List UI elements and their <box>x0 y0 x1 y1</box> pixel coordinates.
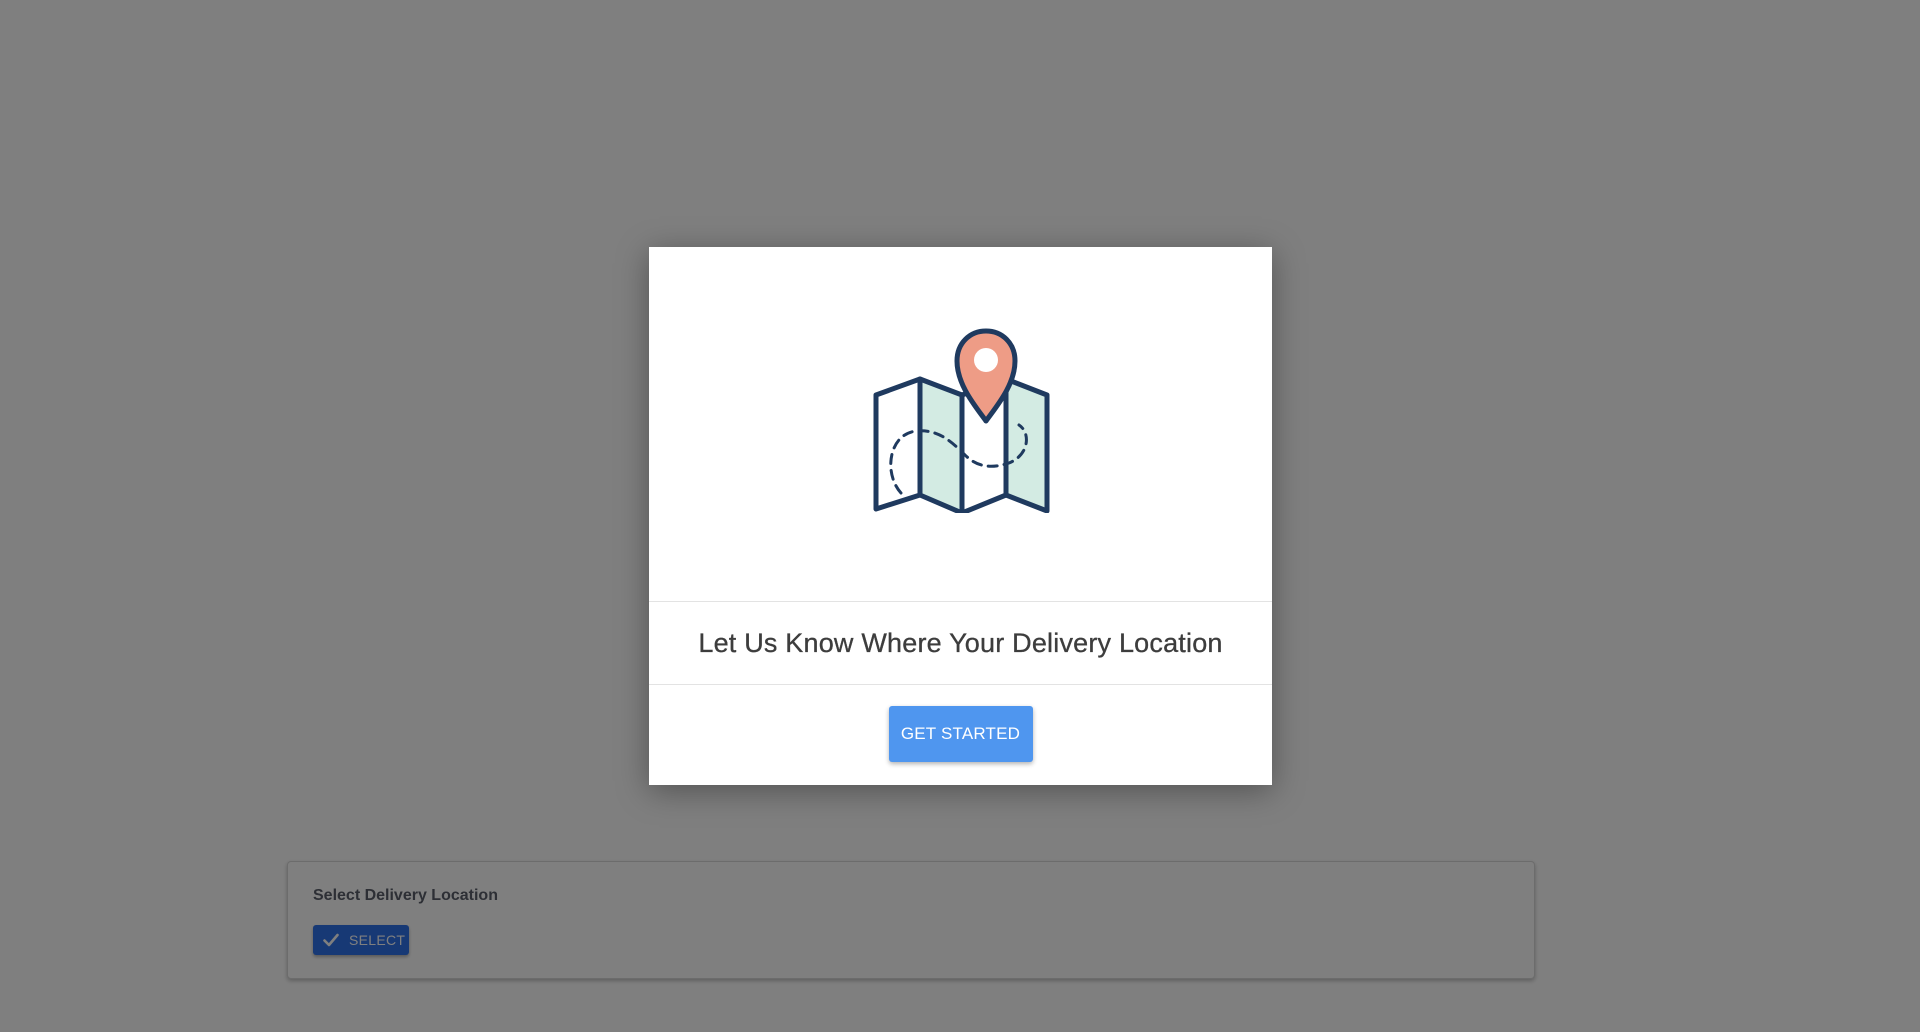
get-started-button[interactable]: GET STARTED <box>888 706 1033 762</box>
map-with-location-pin-icon <box>873 328 1050 513</box>
modal-title: Let Us Know Where Your Delivery Location <box>698 627 1223 658</box>
modal-title-area: Let Us Know Where Your Delivery Location <box>649 602 1272 685</box>
modal-illustration <box>649 247 1272 602</box>
modal-footer: GET STARTED <box>649 685 1272 785</box>
delivery-location-modal: Let Us Know Where Your Delivery Location… <box>649 247 1272 785</box>
